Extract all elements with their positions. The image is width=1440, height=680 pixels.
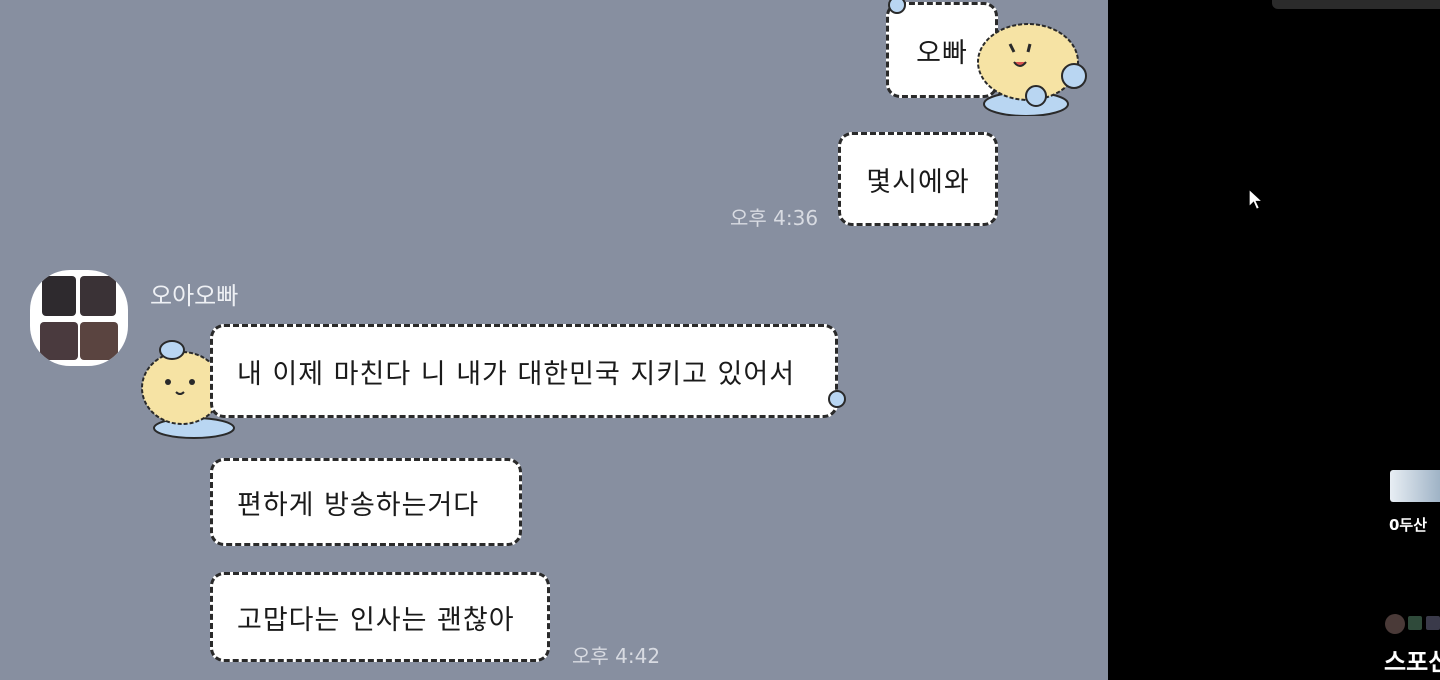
- message-text: 몇시에와: [866, 166, 970, 198]
- message-text: 편하게 방송하는거다: [237, 489, 480, 521]
- received-message-bubble[interactable]: 내 이제 마친다 니 내가 대한민국 지키고 있어서: [210, 324, 838, 418]
- received-message-bubble[interactable]: 편하게 방송하는거다: [210, 458, 522, 546]
- channel-name-label: 스포신: [1384, 648, 1440, 676]
- viewer-avatars: [1385, 614, 1440, 634]
- message-timestamp: 오후 4:36: [730, 206, 819, 230]
- sent-message-bubble[interactable]: 몇시에와: [838, 132, 998, 226]
- message-text: 고맙다는 인사는 괜찮아: [237, 604, 515, 636]
- message-timestamp: 오후 4:42: [572, 644, 661, 668]
- bubble-tail-dot: [828, 390, 846, 408]
- bear-mascot-icon: [977, 23, 1087, 116]
- message-text: 내 이제 마친다 니 내가 대한민국 지키고 있어서: [237, 358, 796, 390]
- received-message-bubble[interactable]: 고맙다는 인사는 괜찮아: [210, 572, 550, 662]
- message-text: 오빠: [916, 37, 968, 69]
- stream-side-panel: [1108, 0, 1440, 680]
- mouse-cursor-icon: [1248, 188, 1264, 211]
- sender-name: 오아오빠: [150, 282, 239, 310]
- channel-thumbnail[interactable]: [1390, 470, 1440, 502]
- avatar[interactable]: [30, 270, 128, 366]
- channel-label: 0두산: [1389, 516, 1428, 534]
- chat-pane: 오빠 몇시에와 오후 4:36 오아오빠 내 이제 마친다 니 내가 대한민국 …: [0, 0, 1108, 680]
- top-bar-strip: [1272, 0, 1440, 9]
